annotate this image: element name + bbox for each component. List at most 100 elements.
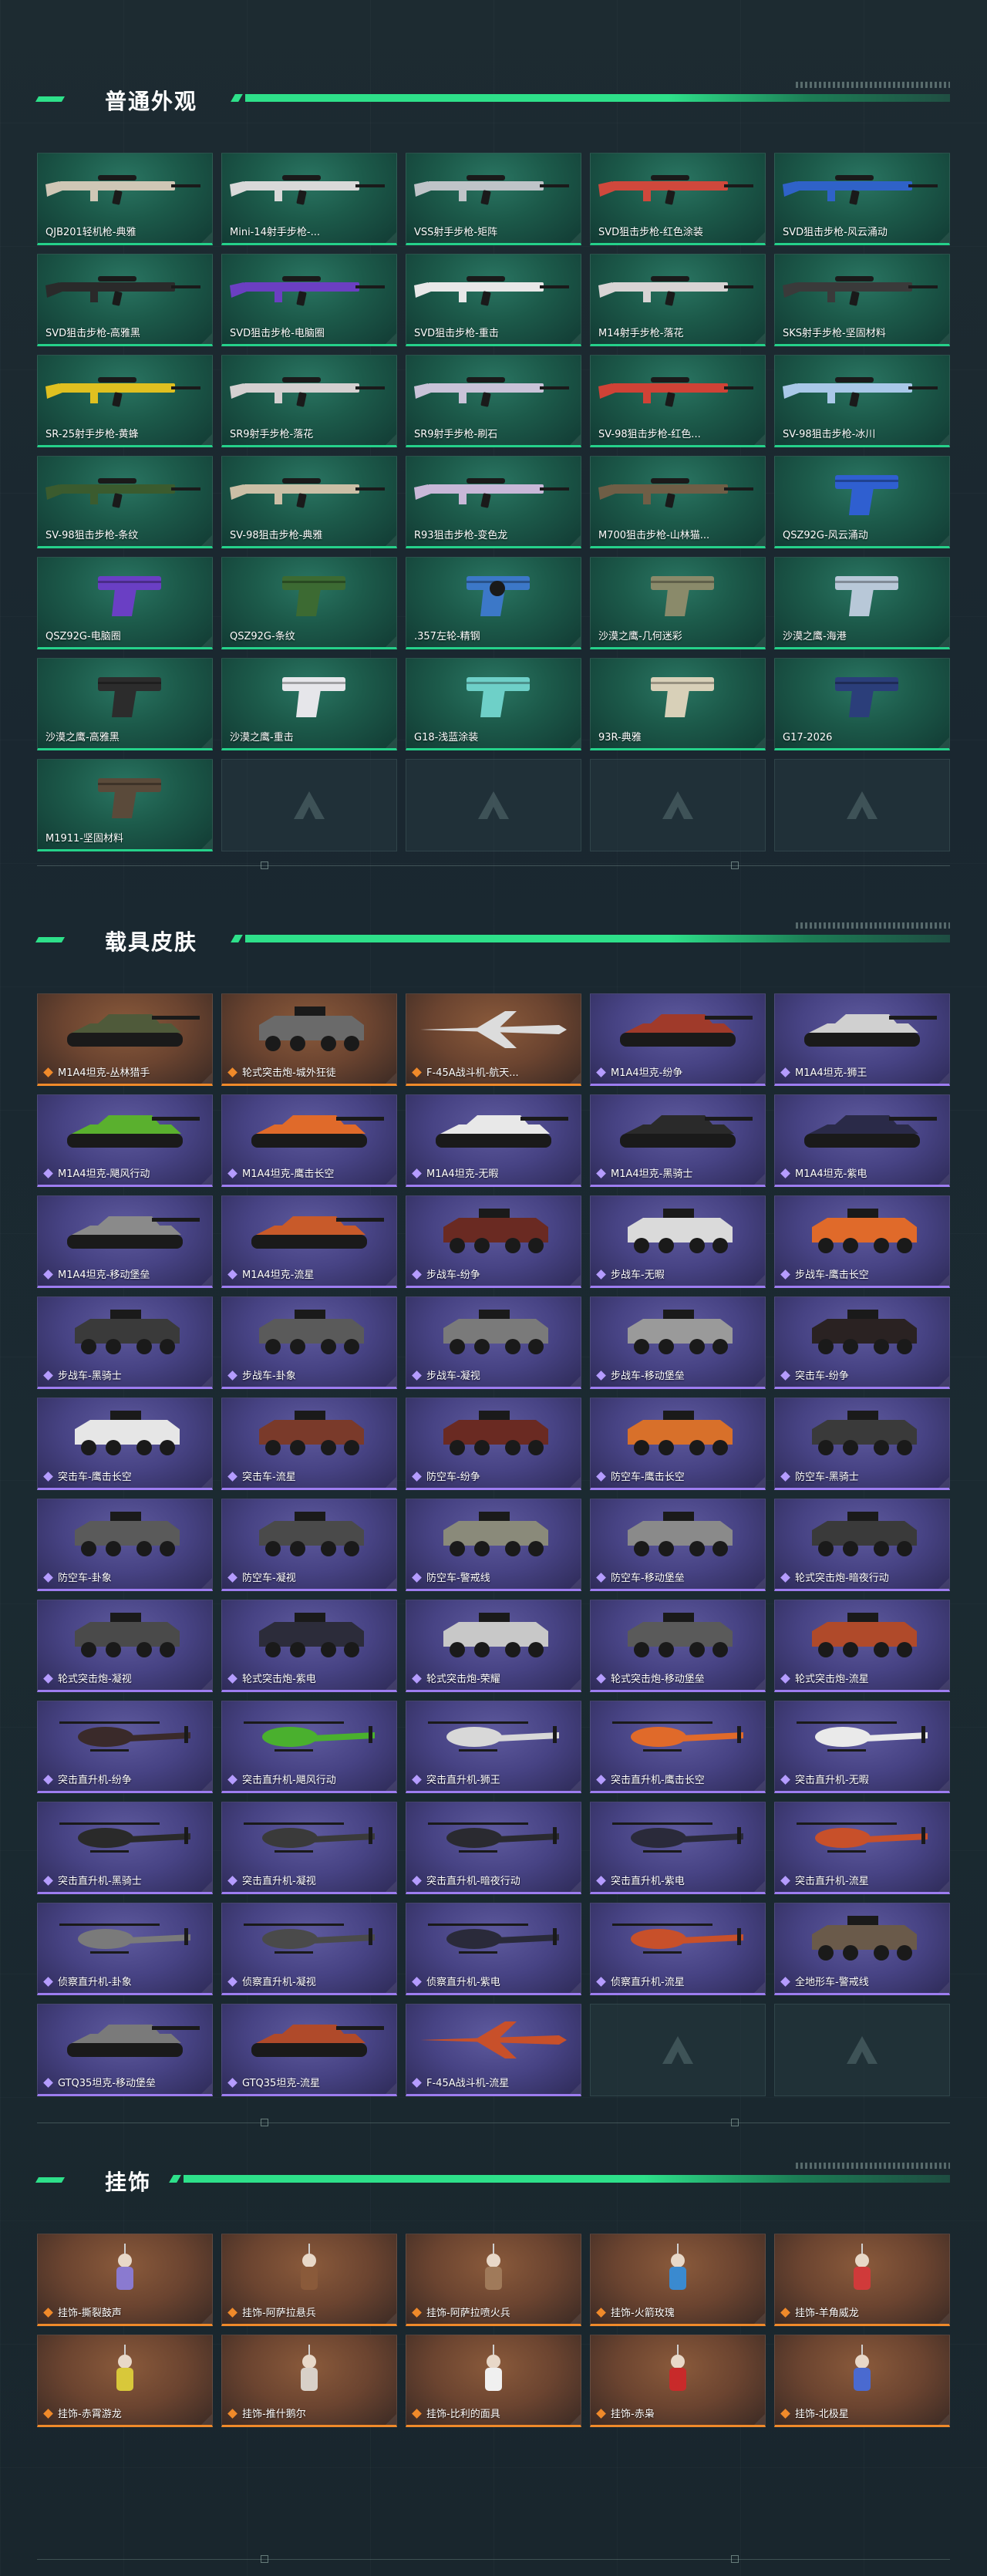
skin-card[interactable]: M1A4坦克-丛林猎手: [37, 993, 213, 1086]
skin-card[interactable]: 防空车-移动堡垒: [590, 1499, 766, 1591]
skin-card[interactable]: 突击车-流星: [221, 1398, 397, 1490]
skin-card[interactable]: 防空车-凝视: [221, 1499, 397, 1591]
skin-card[interactable]: 防空车-纷争: [406, 1398, 581, 1490]
skin-card[interactable]: 防空车-警戒线: [406, 1499, 581, 1591]
skin-card[interactable]: SVD狙击步枪-风云涌动: [774, 153, 950, 245]
tank-icon: [228, 2012, 390, 2068]
skin-card[interactable]: SVD狙击步枪-电脑圈: [221, 254, 397, 346]
skin-card[interactable]: 突击直升机-凝视: [221, 1802, 397, 1894]
skin-card[interactable]: 轮式突击炮-暗夜行动: [774, 1499, 950, 1591]
skin-card[interactable]: 突击直升机-无暇: [774, 1701, 950, 1793]
skin-card[interactable]: M1A4坦克-鹰击长空: [221, 1094, 397, 1187]
card-corner: [201, 232, 212, 243]
skin-card[interactable]: 步战车-卦象: [221, 1296, 397, 1389]
skin-card[interactable]: G17-2026: [774, 658, 950, 750]
skin-card[interactable]: 轮式突击炮-凝视: [37, 1600, 213, 1692]
skin-card[interactable]: 93R-典雅: [590, 658, 766, 750]
skin-card[interactable]: QSZ92G-电脑圈: [37, 557, 213, 649]
skin-card[interactable]: SR9射手步枪-刷石: [406, 355, 581, 447]
skin-card[interactable]: 沙漠之鹰-重击: [221, 658, 397, 750]
skin-card[interactable]: M1A4坦克-纷争: [590, 993, 766, 1086]
skin-card[interactable]: SR9射手步枪-落花: [221, 355, 397, 447]
skin-card[interactable]: 轮式突击炮-城外狂徒: [221, 993, 397, 1086]
skin-card[interactable]: F-45A战斗机-流星: [406, 2004, 581, 2096]
skin-card[interactable]: 突击直升机-流星: [774, 1802, 950, 1894]
skin-card[interactable]: 挂饰-北极星: [774, 2335, 950, 2427]
skin-card[interactable]: M1911-坚固材料: [37, 759, 213, 851]
skin-card[interactable]: GTQ35坦克-流星: [221, 2004, 397, 2096]
skin-card[interactable]: 挂饰-赤枭: [590, 2335, 766, 2427]
skin-card[interactable]: 侦察直升机-紫电: [406, 1903, 581, 1995]
skin-card[interactable]: 挂饰-火箭玫瑰: [590, 2234, 766, 2326]
skin-card[interactable]: SKS射手步枪-坚固材料: [774, 254, 950, 346]
skin-card[interactable]: 步战车-无暇: [590, 1195, 766, 1288]
skin-card[interactable]: 轮式突击炮-移动堡垒: [590, 1600, 766, 1692]
skin-card[interactable]: 步战车-纷争: [406, 1195, 581, 1288]
skin-card[interactable]: 侦察直升机-流星: [590, 1903, 766, 1995]
skin-card[interactable]: M14射手步枪-落花: [590, 254, 766, 346]
skin-card[interactable]: 沙漠之鹰-海港: [774, 557, 950, 649]
skin-card[interactable]: 轮式突击炮-荣耀: [406, 1600, 581, 1692]
skin-card[interactable]: Mini-14射手步枪-...: [221, 153, 397, 245]
skin-card[interactable]: 沙漠之鹰-高雅黑: [37, 658, 213, 750]
skin-card[interactable]: 突击车-鹰击长空: [37, 1398, 213, 1490]
skin-card[interactable]: 挂饰-羊角威龙: [774, 2234, 950, 2326]
skin-card[interactable]: 步战车-黑骑士: [37, 1296, 213, 1389]
skin-card[interactable]: G18-浅蓝涂装: [406, 658, 581, 750]
skin-name: 步战车-凝视: [426, 1371, 480, 1382]
skin-card[interactable]: 突击直升机-紫电: [590, 1802, 766, 1894]
skin-card[interactable]: 突击车-纷争: [774, 1296, 950, 1389]
apc-icon: [413, 1406, 574, 1462]
skin-card[interactable]: SV-98狙击步枪-冰川: [774, 355, 950, 447]
skin-card[interactable]: SV-98狙击步枪-红色...: [590, 355, 766, 447]
skin-card[interactable]: SV-98狙击步枪-条纹: [37, 456, 213, 548]
skin-card[interactable]: 防空车-黑骑士: [774, 1398, 950, 1490]
skin-card[interactable]: M1A4坦克-飓风行动: [37, 1094, 213, 1187]
skin-card[interactable]: 挂饰-赤霄游龙: [37, 2335, 213, 2427]
skin-card[interactable]: 突击直升机-纷争: [37, 1701, 213, 1793]
skin-card[interactable]: VSS射手步枪-矩阵: [406, 153, 581, 245]
skin-card[interactable]: 突击直升机-黑骑士: [37, 1802, 213, 1894]
skin-card[interactable]: 全地形车-警戒线: [774, 1903, 950, 1995]
skin-card[interactable]: 突击直升机-暗夜行动: [406, 1802, 581, 1894]
skin-card[interactable]: 防空车-卦象: [37, 1499, 213, 1591]
skin-card[interactable]: 挂饰-撕裂鼓声: [37, 2234, 213, 2326]
skin-card[interactable]: 步战车-鹰击长空: [774, 1195, 950, 1288]
skin-card[interactable]: M1A4坦克-移动堡垒: [37, 1195, 213, 1288]
skin-card[interactable]: GTQ35坦克-移动堡垒: [37, 2004, 213, 2096]
skin-card[interactable]: 挂饰-推什鹅尔: [221, 2335, 397, 2427]
skin-card[interactable]: SV-98狙击步枪-典雅: [221, 456, 397, 548]
skin-card[interactable]: 轮式突击炮-流星: [774, 1600, 950, 1692]
skin-card[interactable]: R93狙击步枪-变色龙: [406, 456, 581, 548]
skin-card[interactable]: SVD狙击步枪-红色涂装: [590, 153, 766, 245]
skin-card[interactable]: 轮式突击炮-紫电: [221, 1600, 397, 1692]
skin-card[interactable]: M1A4坦克-紫电: [774, 1094, 950, 1187]
skin-card[interactable]: 突击直升机-狮王: [406, 1701, 581, 1793]
item-grid: 挂饰-撕裂鼓声 挂饰-阿萨拉悬兵 挂饰-阿萨拉喷火兵 挂饰-火箭玫瑰 挂饰-羊角威龙 挂饰…: [37, 2234, 950, 2427]
skin-card[interactable]: .357左轮-精钢: [406, 557, 581, 649]
skin-card[interactable]: 突击直升机-鹰击长空: [590, 1701, 766, 1793]
skin-card[interactable]: M1A4坦克-流星: [221, 1195, 397, 1288]
skin-card[interactable]: 侦察直升机-凝视: [221, 1903, 397, 1995]
skin-card[interactable]: 挂饰-比利的面具: [406, 2335, 581, 2427]
skin-card[interactable]: 侦察直升机-卦象: [37, 1903, 213, 1995]
skin-card[interactable]: 挂饰-阿萨拉悬兵: [221, 2234, 397, 2326]
skin-card[interactable]: M1A4坦克-狮王: [774, 993, 950, 1086]
skin-card[interactable]: SVD狙击步枪-高雅黑: [37, 254, 213, 346]
skin-card[interactable]: M700狙击步枪-山林猫...: [590, 456, 766, 548]
skin-card[interactable]: QJB201轻机枪-典雅: [37, 153, 213, 245]
skin-card[interactable]: 挂饰-阿萨拉喷火兵: [406, 2234, 581, 2326]
skin-card[interactable]: M1A4坦克-无暇: [406, 1094, 581, 1187]
skin-card[interactable]: QSZ92G-风云涌动: [774, 456, 950, 548]
skin-card[interactable]: SVD狙击步枪-重击: [406, 254, 581, 346]
skin-card[interactable]: M1A4坦克-黑骑士: [590, 1094, 766, 1187]
skin-card[interactable]: 步战车-凝视: [406, 1296, 581, 1389]
rarity-diamond-icon: [780, 1472, 790, 1482]
skin-card[interactable]: 防空车-鹰击长空: [590, 1398, 766, 1490]
skin-card[interactable]: SR-25射手步枪-黄蜂: [37, 355, 213, 447]
skin-card[interactable]: QSZ92G-条纹: [221, 557, 397, 649]
skin-card[interactable]: 步战车-移动堡垒: [590, 1296, 766, 1389]
skin-card[interactable]: 突击直升机-飓风行动: [221, 1701, 397, 1793]
skin-card[interactable]: F-45A战斗机-航天...: [406, 993, 581, 1086]
skin-card[interactable]: 沙漠之鹰-几何迷彩: [590, 557, 766, 649]
